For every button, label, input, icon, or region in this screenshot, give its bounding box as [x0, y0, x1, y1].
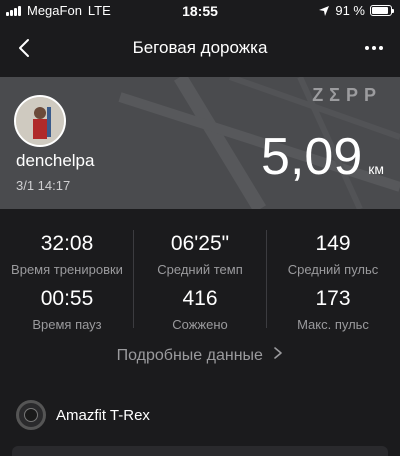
stat-value: 149 — [315, 232, 351, 255]
detailed-data-link[interactable]: Подробные данные — [0, 346, 400, 365]
stat-value: 32:08 — [40, 232, 94, 255]
distance-display: 5,09 км — [261, 131, 384, 183]
stat-value: 416 — [182, 287, 218, 310]
stats-divider — [266, 230, 267, 328]
watch-icon — [16, 400, 46, 430]
battery-fill — [372, 7, 389, 14]
stat-value: 00:55 — [40, 287, 94, 310]
page-title: Беговая дорожка — [132, 38, 268, 57]
battery-percent: 91 % — [335, 3, 365, 18]
workout-date: 3/1 14:17 — [16, 178, 71, 193]
avatar[interactable] — [14, 95, 66, 147]
stat-label: Средний пульс — [287, 262, 379, 277]
status-bar: MegaFon LTE 18:55 91 % — [0, 0, 400, 24]
avatar-image — [16, 97, 64, 145]
detailed-data-label: Подробные данные — [116, 347, 263, 364]
distance-value: 5,09 — [261, 128, 363, 186]
status-right: 91 % — [318, 3, 394, 18]
stat-label: Время тренировки — [11, 262, 123, 277]
stat-calories: 416 Сожжено — [133, 287, 267, 332]
more-button[interactable] — [362, 36, 386, 60]
chevron-right-icon — [274, 347, 283, 359]
stat-workout-time: 32:08 Время тренировки — [0, 232, 134, 277]
device-row[interactable]: Amazfit T-Rex — [16, 400, 150, 430]
username: denchelpa — [16, 151, 95, 170]
stat-label: Сожжено — [172, 317, 228, 332]
stat-value: 06'25" — [170, 232, 230, 255]
brand-logo: ZΣPP — [312, 85, 382, 105]
stat-label: Время пауз — [32, 317, 102, 332]
bottom-panel — [12, 446, 388, 456]
stats-divider — [133, 230, 134, 328]
stat-pause-time: 00:55 Время пауз — [0, 287, 134, 332]
workout-map-card[interactable]: ZΣPP denchelpa 3/1 14:17 5,09 км — [0, 77, 400, 209]
stat-avg-heart-rate: 149 Средний пульс — [266, 232, 400, 277]
more-dots-icon — [365, 46, 383, 50]
battery-icon — [370, 5, 394, 16]
device-name: Amazfit T-Rex — [56, 406, 150, 424]
distance-unit: км — [368, 161, 384, 177]
nav-bar: Беговая дорожка — [0, 26, 400, 70]
stat-value: 173 — [315, 287, 351, 310]
stat-avg-pace: 06'25" Средний темп — [133, 232, 267, 277]
location-arrow-icon — [319, 5, 330, 16]
stat-max-heart-rate: 173 Макс. пульс — [266, 287, 400, 332]
stat-label: Средний темп — [157, 262, 243, 277]
stat-label: Макс. пульс — [297, 317, 369, 332]
